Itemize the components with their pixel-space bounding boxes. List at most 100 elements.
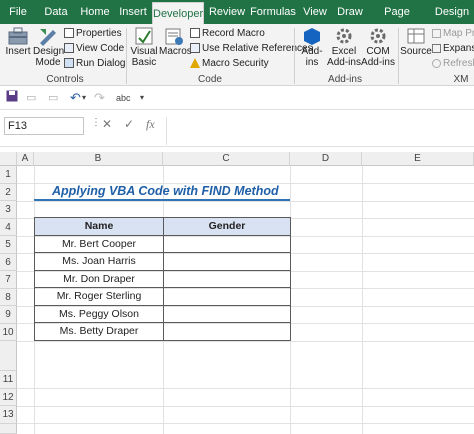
run-dialog-button[interactable]: Run Dialog <box>64 57 125 70</box>
macro-security-button[interactable]: Macro Security <box>190 57 269 70</box>
row-header[interactable] <box>0 423 17 434</box>
excel-addins-button[interactable]: Excel Add-ins <box>327 26 361 68</box>
row-header[interactable]: 2 <box>0 183 17 201</box>
row-header[interactable]: 9 <box>0 306 17 324</box>
map-properties-button[interactable]: Map Prope <box>432 27 474 40</box>
undo-icon[interactable]: ↶ <box>70 90 81 106</box>
tab-home[interactable]: Home <box>78 0 112 24</box>
column-header-b[interactable]: B <box>34 152 163 166</box>
design-mode-button[interactable]: Design Mode <box>33 26 65 68</box>
view-code-button[interactable]: View Code <box>64 42 124 55</box>
tab-formulas[interactable]: Formulas <box>250 0 296 24</box>
row-header[interactable]: 13 <box>0 406 17 424</box>
quick-item-icon[interactable]: ▭ <box>26 90 36 106</box>
addins-group-label: Add-ins <box>328 74 362 85</box>
properties-button[interactable]: Properties <box>64 27 122 40</box>
table-row: Mr. Don Draper <box>34 269 291 288</box>
macros-label: Macros <box>159 46 192 57</box>
customize-toolbar-icon[interactable]: ▾ <box>140 90 144 106</box>
run-dialog-icon <box>64 58 74 69</box>
gender-cell[interactable] <box>163 322 291 341</box>
run-dialog-label: Run Dialog <box>76 58 126 69</box>
record-macro-button[interactable]: Record Macro <box>190 27 265 40</box>
expansion-packs-icon <box>432 43 441 53</box>
row-header[interactable]: 6 <box>0 253 17 271</box>
source-label: Source <box>400 46 432 57</box>
column-header-e[interactable]: E <box>362 152 474 166</box>
quick-item-icon[interactable]: ▭ <box>48 90 58 106</box>
save-icon[interactable] <box>6 90 18 106</box>
header-name[interactable]: Name <box>34 217 164 236</box>
row-header[interactable]: 7 <box>0 271 17 289</box>
cancel-icon[interactable]: ✕ <box>102 117 112 131</box>
group-separator <box>294 28 295 84</box>
tab-insert[interactable]: Insert <box>116 0 150 24</box>
row-header[interactable]: 12 <box>0 388 17 406</box>
ribbon: Insert Design Mode Properties View Code … <box>0 24 474 86</box>
gender-cell[interactable] <box>163 252 291 271</box>
name-cell[interactable]: Mr. Don Draper <box>34 269 164 288</box>
refresh-icon <box>432 58 441 68</box>
com-addins-button[interactable]: COM Add-ins <box>361 26 395 68</box>
column-header-c[interactable]: C <box>163 152 290 166</box>
column-header-d[interactable]: D <box>290 152 362 166</box>
group-separator <box>398 28 399 84</box>
gender-cell[interactable] <box>163 287 291 306</box>
tab-view[interactable]: View <box>300 0 330 24</box>
source-button[interactable]: Source <box>400 26 432 57</box>
tab-data[interactable]: Data <box>40 0 72 24</box>
name-cell[interactable]: Ms. Betty Draper <box>34 322 164 341</box>
gender-cell[interactable] <box>163 269 291 288</box>
tab-review[interactable]: Review <box>208 0 246 24</box>
design-mode-label-1: Design <box>33 46 65 57</box>
group-separator <box>126 28 127 84</box>
properties-icon <box>64 28 74 39</box>
expansion-packs-button[interactable]: Expansio <box>432 42 474 55</box>
name-cell[interactable]: Ms. Peggy Olson <box>34 304 164 323</box>
row-header[interactable]: 5 <box>0 236 17 254</box>
spelling-icon[interactable]: abc <box>116 90 131 106</box>
addins-button[interactable]: Add- ins <box>297 26 327 68</box>
tab-draw[interactable]: Draw <box>334 0 366 24</box>
relative-references-icon <box>190 43 200 54</box>
macros-button[interactable]: Macros <box>159 26 192 57</box>
row-header[interactable]: 1 <box>0 166 17 184</box>
name-box[interactable]: F13 <box>4 117 84 135</box>
row-header[interactable]: 4 <box>0 218 17 236</box>
row-header[interactable]: 10 <box>0 323 17 341</box>
header-gender[interactable]: Gender <box>163 217 291 236</box>
row-header[interactable]: 11 <box>0 371 17 389</box>
undo-dropdown-icon[interactable]: ▾ <box>82 90 86 106</box>
controls-group-label: Controls <box>46 74 84 85</box>
code-group-label: Code <box>198 74 222 85</box>
row-header[interactable]: 8 <box>0 288 17 306</box>
redo-icon[interactable]: ↷ <box>94 90 105 106</box>
properties-label: Properties <box>76 28 122 39</box>
com-addins-label-2: Add-ins <box>361 57 395 68</box>
name-cell[interactable]: Ms. Joan Harris <box>34 252 164 271</box>
select-all-corner[interactable] <box>0 152 17 166</box>
gridline <box>362 166 363 434</box>
name-cell[interactable]: Mr. Roger Sterling <box>34 287 164 306</box>
visual-basic-icon <box>135 27 153 45</box>
table-row: Mr. Bert Cooper <box>34 234 291 253</box>
tab-developer[interactable]: Developer <box>152 2 204 24</box>
insert-control-button[interactable]: Insert <box>4 26 32 57</box>
store-icon <box>304 28 320 45</box>
tab-design[interactable]: Design <box>430 0 474 24</box>
gender-cell[interactable] <box>163 304 291 323</box>
map-properties-label: Map Prope <box>443 28 474 39</box>
name-cell[interactable]: Mr. Bert Cooper <box>34 234 164 253</box>
refresh-data-button[interactable]: Refresh D <box>432 57 474 70</box>
gender-cell[interactable] <box>163 234 291 253</box>
enter-icon[interactable]: ✓ <box>124 117 134 131</box>
tab-file[interactable]: File <box>4 0 32 24</box>
toolbox-icon <box>8 27 28 45</box>
formula-input[interactable] <box>166 117 474 145</box>
tab-page-layout[interactable]: Page Layout <box>370 0 424 42</box>
insert-function-button[interactable]: fx <box>146 117 155 132</box>
visual-basic-button[interactable]: Visual Basic <box>129 26 159 68</box>
column-header-a[interactable]: A <box>17 152 34 166</box>
excel-addins-label-2: Add-ins <box>327 57 361 68</box>
row-header[interactable]: 3 <box>0 201 17 219</box>
